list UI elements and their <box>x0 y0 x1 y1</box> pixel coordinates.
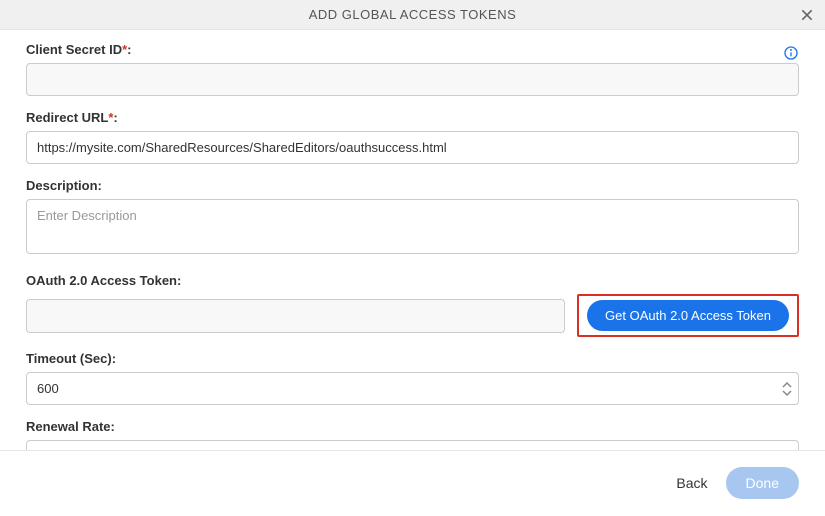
renewal-rate-group: Renewal Rate: Disabled <box>26 419 799 450</box>
redirect-url-group: Redirect URL*: <box>26 110 799 164</box>
highlight-box: Get OAuth 2.0 Access Token <box>577 294 799 337</box>
close-icon[interactable] <box>799 7 815 23</box>
modal-footer: Back Done <box>0 450 825 515</box>
timeout-input[interactable] <box>26 372 799 405</box>
client-secret-label: Client Secret ID*: <box>26 42 132 57</box>
redirect-url-label: Redirect URL*: <box>26 110 799 125</box>
number-spinner <box>781 381 793 397</box>
renewal-rate-select[interactable]: Disabled <box>26 440 799 450</box>
oauth-token-input[interactable] <box>26 299 565 333</box>
info-icon[interactable] <box>783 45 799 61</box>
oauth-token-group: OAuth 2.0 Access Token: Get OAuth 2.0 Ac… <box>26 273 799 337</box>
oauth-token-label: OAuth 2.0 Access Token: <box>26 273 799 288</box>
description-input[interactable] <box>26 199 799 254</box>
client-secret-input[interactable] <box>26 63 799 96</box>
renewal-rate-label: Renewal Rate: <box>26 419 799 434</box>
description-group: Description: <box>26 178 799 259</box>
timeout-group: Timeout (Sec): <box>26 351 799 405</box>
get-oauth-token-button[interactable]: Get OAuth 2.0 Access Token <box>587 300 789 331</box>
modal-header: ADD GLOBAL ACCESS TOKENS <box>0 0 825 30</box>
back-button[interactable]: Back <box>676 475 707 491</box>
spinner-down-icon[interactable] <box>781 389 793 397</box>
description-label: Description: <box>26 178 799 193</box>
done-button[interactable]: Done <box>726 467 799 499</box>
spinner-up-icon[interactable] <box>781 381 793 389</box>
client-secret-group: Client Secret ID*: <box>26 42 799 96</box>
modal-body: Client Secret ID*: Redirect URL*: Descri… <box>0 30 825 450</box>
timeout-label: Timeout (Sec): <box>26 351 799 366</box>
redirect-url-input[interactable] <box>26 131 799 164</box>
modal-title: ADD GLOBAL ACCESS TOKENS <box>309 7 517 22</box>
